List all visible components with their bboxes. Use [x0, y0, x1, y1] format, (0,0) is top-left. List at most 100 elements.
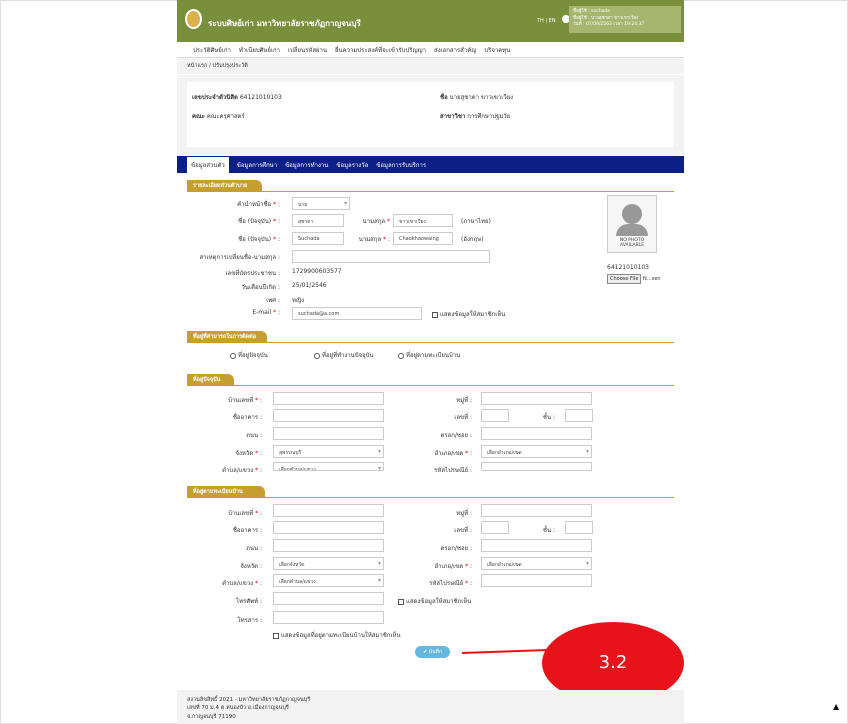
- student-id-label: เลขประจำตัวนิสิต: [192, 94, 238, 101]
- cur-building-label: ชื่ออาคาร :: [232, 414, 262, 421]
- option-registered: ที่อยู่ตามทะเบียนบ้าน: [406, 352, 461, 359]
- cur-no-label: เลขที่ :: [454, 414, 472, 421]
- profile-tabs: ข้อมูลส่วนตัว ข้อมูลการศึกษา ข้อมูลการทำ…: [177, 156, 684, 173]
- show-email-label: แสดงข้อมูลให้สมาชิกเห็น: [440, 311, 506, 318]
- tab-education[interactable]: ข้อมูลการศึกษา: [237, 160, 277, 170]
- reason-label: สาเหตุการเปลี่ยนชื่อ-นามสกุล :: [199, 254, 280, 261]
- student-id: 64121010103: [239, 94, 282, 101]
- cur-moo-input[interactable]: [481, 392, 592, 405]
- choose-file-button[interactable]: Choose File: [607, 274, 642, 284]
- nav-send-documents[interactable]: ส่งเอกสารสำคัญ: [434, 45, 476, 55]
- language-switch[interactable]: TH | EN: [537, 18, 556, 24]
- nav-change-password[interactable]: เปลี่ยนรหัสผ่าน: [288, 45, 327, 55]
- cur-floor-input[interactable]: [565, 409, 593, 422]
- faculty: คณะครุศาสตร์: [206, 113, 245, 120]
- cur-building-input[interactable]: [273, 409, 384, 422]
- tab-services[interactable]: ข้อมูลการรับบริการ: [376, 160, 426, 170]
- cur-province-label: จังหวัด: [235, 450, 254, 457]
- major-label: สาขาวิชา: [440, 113, 466, 120]
- name-label: ชื่อ: [440, 94, 448, 101]
- reg-house-input[interactable]: [273, 504, 384, 517]
- current-address-header: ที่อยู่ปัจจุบัน: [187, 374, 234, 385]
- email-input[interactable]: suchada@a.com: [292, 307, 422, 320]
- nav-donate[interactable]: บริจาคทุน: [484, 45, 510, 55]
- show-email-checkbox[interactable]: [432, 311, 438, 318]
- reg-building-input[interactable]: [273, 521, 384, 534]
- tab-work[interactable]: ข้อมูลการทำงาน: [285, 160, 328, 170]
- radio-registered-address[interactable]: [398, 352, 404, 359]
- lname-en-input[interactable]: Chaokhaowaing: [393, 232, 453, 245]
- show-registered-checkbox[interactable]: [273, 632, 279, 639]
- no-photo-text: NO PHOTO AVAILABLE: [619, 238, 645, 249]
- tab-awards[interactable]: ข้อมูลรางวัล: [336, 160, 368, 170]
- nav-alumni-history[interactable]: ประวัติศิษย์เก่า: [193, 45, 231, 55]
- user-line-3: วันที่ : 07/09/2563 เวลา 19:24:37: [573, 22, 645, 28]
- reg-moo-input[interactable]: [481, 504, 592, 517]
- title-select[interactable]: นาย: [292, 197, 350, 210]
- cur-zip-input[interactable]: [481, 462, 592, 471]
- radio-work-address[interactable]: [314, 352, 320, 359]
- fname-en-input[interactable]: Suchada: [292, 232, 344, 245]
- tab-personal[interactable]: ข้อมูลส่วนตัว: [187, 156, 229, 173]
- reg-province-select[interactable]: เลือกจังหวัด: [273, 557, 384, 570]
- personal-section-header: รายละเอียดส่วนตัวบาย: [187, 180, 262, 191]
- cur-floor-label: ชั้น :: [542, 414, 555, 421]
- reg-no-input[interactable]: [481, 521, 509, 534]
- fname-en-label: ชื่อ (ปัจจุบัน): [238, 236, 272, 243]
- reason-input[interactable]: [292, 250, 490, 263]
- lname-en-label: นามสกุล: [358, 236, 382, 243]
- avatar-head-icon: [622, 204, 642, 224]
- main-nav: ประวัติศิษย์เก่า ทำเนียบศิษย์เก่า เปลี่ย…: [177, 42, 684, 58]
- reg-no-label: เลขที่ :: [454, 527, 472, 534]
- scroll-top-icon[interactable]: ▲: [833, 702, 839, 711]
- cur-house-input[interactable]: [273, 392, 384, 405]
- reg-fax-label: โทรสาร :: [237, 617, 262, 624]
- reg-house-label: บ้านเลขที่: [228, 510, 254, 517]
- user-info-box: ชื่อผู้ใช้ : suchada ชื่อผู้ใช้ : นางสุช…: [569, 6, 681, 33]
- english-note: (อังกฤษ): [461, 236, 484, 243]
- fname-th-input[interactable]: สุชาดา: [292, 214, 344, 227]
- save-button[interactable]: ✔ บันทึก: [415, 646, 450, 658]
- section-divider: [187, 342, 674, 343]
- section-divider: [187, 191, 674, 192]
- cur-province-select[interactable]: สุพรรณบุรี: [273, 445, 384, 458]
- reg-fax-input[interactable]: [273, 611, 384, 624]
- reg-soi-input[interactable]: [481, 539, 592, 552]
- reg-subdistrict-label: ตำบล/แขวง: [222, 580, 254, 587]
- nav-graduation-request[interactable]: ยื่นความประสงค์ที่จะเข้ารับปริญญา: [335, 45, 426, 55]
- idcard-value: 1729900603577: [292, 268, 342, 275]
- cur-house-label: บ้านเลขที่: [228, 397, 254, 404]
- reg-phone-input[interactable]: [273, 592, 384, 605]
- site-name: ระบบศิษย์เก่า มหาวิทยาลัยราชภัฏกาญจนบุรี: [208, 19, 361, 28]
- fname-th-label: ชื่อ (ปัจจุบัน): [238, 218, 272, 225]
- show-phone-checkbox[interactable]: [398, 598, 404, 605]
- cur-district-select[interactable]: เลือกอำเภอ/เขต: [481, 445, 592, 458]
- reg-soi-label: ตรอก/ซอย :: [440, 545, 473, 552]
- reg-subdistrict-select[interactable]: เลือกตำบล/แขวง: [273, 574, 384, 587]
- footer-line-1: สงวนลิขสิทธิ์ 2021 - มหาวิทยาลัยราชภัฏกา…: [187, 697, 311, 703]
- reg-phone-label: โทรศัพท์ :: [235, 598, 262, 605]
- cur-soi-label: ตรอก/ซอย :: [440, 432, 473, 439]
- cur-no-input[interactable]: [481, 409, 509, 422]
- cur-subdistrict-label: ตำบล/แขวง: [222, 467, 254, 474]
- idcard-label: เลขที่บัตรประชาชน :: [225, 270, 280, 277]
- lname-th-input[interactable]: ขาวเขาเวียง: [393, 214, 453, 227]
- cur-soi-input[interactable]: [481, 427, 592, 440]
- reg-zip-input[interactable]: [481, 574, 592, 587]
- cur-road-input[interactable]: [273, 427, 384, 440]
- cur-subdistrict-select[interactable]: เลือกตำบล/แขวง: [273, 462, 384, 471]
- reg-road-input[interactable]: [273, 539, 384, 552]
- nav-alumni-directory[interactable]: ทำเนียบศิษย์เก่า: [239, 45, 280, 55]
- option-current: ที่อยู่ปัจจุบัน: [238, 352, 268, 359]
- footer-line-2: เลขที่ 70 ม.4 ต.หนองบัว อ.เมืองกาญจนบุรี: [187, 705, 289, 712]
- reg-district-label: อำเภอ/เขต: [434, 563, 464, 570]
- faculty-label: คณะ: [192, 113, 205, 120]
- cur-zip-label: รหัสไปรษณีย์ :: [434, 467, 472, 474]
- avatar-body-icon: [616, 224, 648, 236]
- option-work: ที่อยู่ที่ทำงานปัจจุบัน: [322, 352, 374, 359]
- show-registered-label: แสดงข้อมูลที่อยู่ตามทะเบียนบ้านให้สมาชิก…: [281, 632, 401, 639]
- sex-value: หญิง: [292, 297, 304, 304]
- radio-current-address[interactable]: [230, 352, 236, 359]
- reg-district-select[interactable]: เลือกอำเภอ/เขต: [481, 557, 592, 570]
- reg-floor-input[interactable]: [565, 521, 593, 534]
